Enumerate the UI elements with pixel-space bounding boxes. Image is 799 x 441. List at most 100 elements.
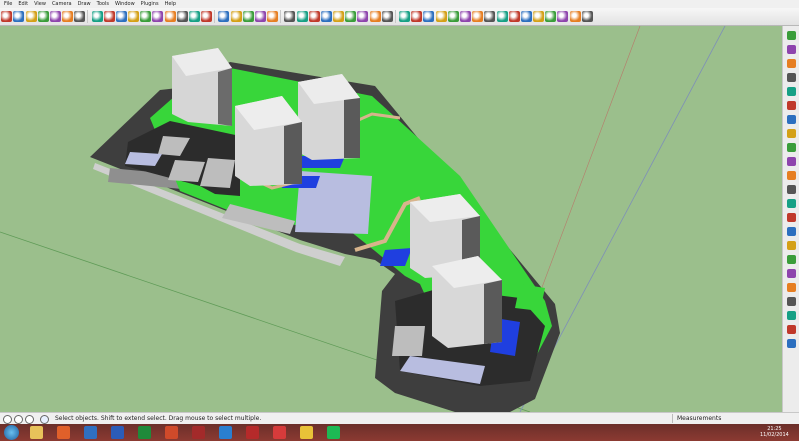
plugin-5-icon[interactable] <box>787 101 796 110</box>
front-icon[interactable] <box>508 11 520 22</box>
plugin-4-icon[interactable] <box>787 87 796 96</box>
building-1[interactable] <box>172 48 232 126</box>
follow-me-icon[interactable] <box>164 11 176 22</box>
powerpoint-taskbar-icon[interactable] <box>165 426 178 439</box>
offset-icon[interactable] <box>189 11 200 22</box>
menu-tools[interactable]: Tools <box>97 1 109 7</box>
menu-camera[interactable]: Camera <box>52 1 72 7</box>
position-camera-icon[interactable] <box>357 11 369 22</box>
plugin-10-icon[interactable] <box>787 171 796 180</box>
menu-draw[interactable]: Draw <box>78 1 91 7</box>
building-5[interactable] <box>432 256 502 348</box>
building-3[interactable] <box>235 96 302 186</box>
plugin-6-icon[interactable] <box>787 115 796 124</box>
wireframe-icon[interactable] <box>423 11 435 22</box>
component-icon[interactable] <box>37 11 49 22</box>
menu-help[interactable]: Help <box>165 1 176 7</box>
paint-bucket-icon[interactable] <box>25 11 37 22</box>
blank-icon[interactable] <box>787 31 796 40</box>
menu-file[interactable]: File <box>4 1 12 7</box>
filezilla-taskbar-icon[interactable] <box>246 426 259 439</box>
shaded-textures-icon[interactable] <box>459 11 471 22</box>
plugin-20-icon[interactable] <box>787 311 796 320</box>
plugin-8-icon[interactable] <box>787 143 796 152</box>
access-taskbar-icon[interactable] <box>192 426 205 439</box>
warehouse-icon[interactable] <box>569 11 581 22</box>
monochrome-icon[interactable] <box>472 11 484 22</box>
menu-view[interactable]: View <box>34 1 46 7</box>
system-clock[interactable]: 21:25 11/02/2014 <box>760 426 789 438</box>
user-icon[interactable] <box>25 415 34 424</box>
explorer-taskbar-icon[interactable] <box>30 426 43 439</box>
sandbox-icon[interactable] <box>557 11 569 22</box>
tape-measure-icon[interactable] <box>201 11 213 22</box>
push-pull-icon[interactable] <box>128 11 140 22</box>
polygon-icon[interactable] <box>103 11 115 22</box>
rotate-icon[interactable] <box>152 11 164 22</box>
hidden-line-icon[interactable] <box>435 11 447 22</box>
plugin-19-icon[interactable] <box>787 297 796 306</box>
plugin-18-icon[interactable] <box>787 283 796 292</box>
sketchup-taskbar-icon[interactable] <box>273 426 286 439</box>
scale-icon[interactable] <box>176 11 188 22</box>
geo-location-icon[interactable] <box>3 415 12 424</box>
menu-edit[interactable]: Edit <box>18 1 28 7</box>
word-taskbar-icon[interactable] <box>111 426 124 439</box>
plugin-21-icon[interactable] <box>787 325 796 334</box>
plugin-22-icon[interactable] <box>787 339 796 348</box>
eraser-icon[interactable] <box>13 11 25 22</box>
move-icon[interactable] <box>140 11 152 22</box>
left-icon[interactable] <box>545 11 557 22</box>
3d-text-icon[interactable] <box>267 11 279 22</box>
start-button[interactable] <box>4 425 19 440</box>
back-icon[interactable] <box>533 11 545 22</box>
paint-taskbar-icon[interactable] <box>219 426 232 439</box>
plugin-14-icon[interactable] <box>787 227 796 236</box>
orbit-icon[interactable] <box>284 11 296 22</box>
plugin-7-icon[interactable] <box>787 129 796 138</box>
menu-plugins[interactable]: Plugins <box>141 1 159 7</box>
select-icon[interactable] <box>1 11 13 22</box>
firefox-taskbar-icon[interactable] <box>57 426 70 439</box>
model-viewport[interactable] <box>0 26 781 412</box>
chrome-taskbar-icon[interactable] <box>300 426 313 439</box>
circle-icon[interactable] <box>91 11 103 22</box>
plugin-1-icon[interactable] <box>787 45 796 54</box>
shaded-icon[interactable] <box>447 11 459 22</box>
protractor-icon[interactable] <box>230 11 242 22</box>
measurements-box[interactable]: Measurements <box>672 414 783 423</box>
plugin-2-icon[interactable] <box>787 59 796 68</box>
outlook-taskbar-icon[interactable] <box>84 426 97 439</box>
previous-icon[interactable] <box>345 11 357 22</box>
look-around-icon[interactable] <box>381 11 393 22</box>
dimension-icon[interactable] <box>218 11 230 22</box>
walk-icon[interactable] <box>369 11 381 22</box>
freehand-icon[interactable] <box>115 11 127 22</box>
spotify-taskbar-icon[interactable] <box>327 426 340 439</box>
section-plane-icon[interactable] <box>399 11 410 22</box>
axes-icon[interactable] <box>254 11 266 22</box>
zoom-icon[interactable] <box>308 11 320 22</box>
menu-window[interactable]: Window <box>115 1 135 7</box>
zoom-extents-icon[interactable] <box>333 11 345 22</box>
plugin-3-icon[interactable] <box>787 73 796 82</box>
extension-icon[interactable] <box>581 11 593 22</box>
pan-icon[interactable] <box>296 11 308 22</box>
excel-taskbar-icon[interactable] <box>138 426 151 439</box>
help-icon[interactable] <box>40 415 49 424</box>
arc-icon[interactable] <box>62 11 74 22</box>
x-ray-icon[interactable] <box>411 11 423 22</box>
plugin-9-icon[interactable] <box>787 157 796 166</box>
plugin-17-icon[interactable] <box>787 269 796 278</box>
plugin-11-icon[interactable] <box>787 185 796 194</box>
zoom-window-icon[interactable] <box>320 11 332 22</box>
building-2[interactable] <box>298 74 360 160</box>
text-icon[interactable] <box>242 11 254 22</box>
right-icon[interactable] <box>520 11 532 22</box>
plugin-12-icon[interactable] <box>787 199 796 208</box>
plugin-16-icon[interactable] <box>787 255 796 264</box>
iso-icon[interactable] <box>484 11 496 22</box>
plugin-13-icon[interactable] <box>787 213 796 222</box>
top-icon[interactable] <box>496 11 508 22</box>
line-icon[interactable] <box>49 11 61 22</box>
